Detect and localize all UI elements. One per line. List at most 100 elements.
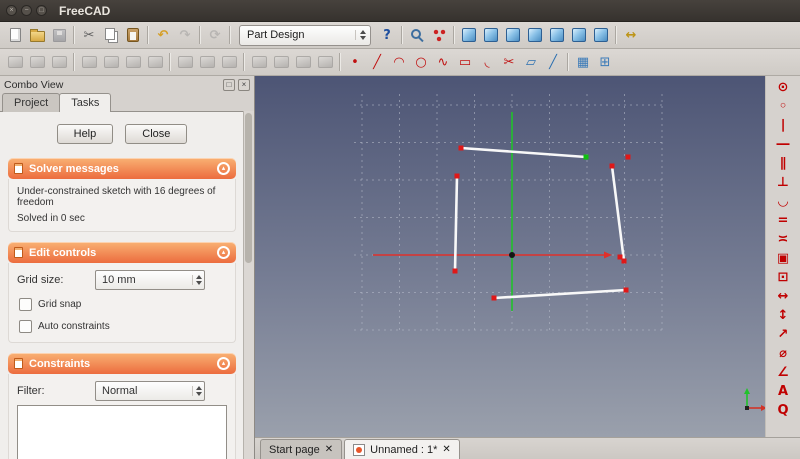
dock-close-icon[interactable]: × bbox=[238, 78, 250, 91]
whats-this-button[interactable]: ? bbox=[376, 24, 398, 46]
collapse-icon[interactable]: ▴ bbox=[217, 246, 230, 259]
mirrored-button bbox=[248, 51, 270, 73]
close-button[interactable]: Close bbox=[125, 124, 188, 144]
create-arc-button[interactable]: ◠ bbox=[388, 51, 410, 73]
toolbar-separator bbox=[615, 26, 617, 44]
toolbar-standard: ✂ ↶ ↷ ⟳ Part Design ? ↔ bbox=[0, 22, 800, 49]
create-circle-icon: ○ bbox=[415, 54, 427, 70]
toolbar-separator bbox=[169, 53, 171, 71]
fit-all-button[interactable] bbox=[406, 24, 428, 46]
scrollbar-thumb[interactable] bbox=[245, 113, 252, 263]
auto-constraints-checkbox[interactable] bbox=[19, 320, 32, 333]
constrain-parallel-button[interactable]: ∥ bbox=[772, 154, 794, 173]
workbench-value: Part Design bbox=[247, 29, 305, 41]
create-rectangle-button[interactable]: ▭ bbox=[454, 51, 476, 73]
toggle-grid-button[interactable]: ⊞ bbox=[594, 51, 616, 73]
tab-start-page[interactable]: Start page ✕ bbox=[260, 439, 343, 459]
open-document-button[interactable] bbox=[26, 24, 48, 46]
toolbar-sketcher-group: • ╱ ◠ ○ ∿ ▭ ◟ ✂ ▱ ╱ ▦ ⊞ bbox=[4, 51, 616, 73]
create-point-button[interactable]: • bbox=[344, 51, 366, 73]
constrain-distance-button[interactable]: ↗ bbox=[772, 325, 794, 344]
rear-view-button[interactable] bbox=[546, 24, 568, 46]
constrain-lock-button[interactable]: ⊡ bbox=[772, 268, 794, 287]
constraints-header[interactable]: Constraints ▴ bbox=[8, 353, 236, 374]
panel-scrollbar[interactable] bbox=[243, 111, 254, 459]
constrain-coincident-button[interactable]: ⊙ bbox=[772, 78, 794, 97]
window-controls: × − □ bbox=[0, 5, 53, 16]
create-line-button[interactable]: ╱ bbox=[366, 51, 388, 73]
close-tab-icon[interactable]: ✕ bbox=[442, 444, 450, 455]
filter-value: Normal bbox=[102, 385, 138, 397]
multitransform-button bbox=[314, 51, 336, 73]
constrain-vertical-button[interactable]: ∣ bbox=[772, 116, 794, 135]
constrain-symmetric-button[interactable]: ≍ bbox=[772, 230, 794, 249]
window-title: FreeCAD bbox=[59, 3, 111, 18]
window-close-button[interactable]: × bbox=[6, 5, 17, 16]
tab-unnamed-document[interactable]: Unnamed : 1* ✕ bbox=[344, 439, 460, 459]
tab-project[interactable]: Project bbox=[2, 93, 61, 112]
close-tab-icon[interactable]: ✕ bbox=[325, 444, 333, 455]
toolbar-separator bbox=[567, 53, 569, 71]
create-rectangle-icon: ▭ bbox=[458, 54, 472, 70]
save-document-icon bbox=[52, 28, 66, 42]
undo-button[interactable]: ↶ bbox=[152, 24, 174, 46]
draw-style-button[interactable] bbox=[428, 24, 450, 46]
external-geometry-button[interactable]: ▱ bbox=[520, 51, 542, 73]
right-view-button[interactable] bbox=[524, 24, 546, 46]
trim-edge-button[interactable]: ✂ bbox=[498, 51, 520, 73]
grid-size-combobox[interactable]: 10 mm bbox=[95, 270, 205, 290]
select-associated-constraints-button[interactable]: Q bbox=[772, 401, 794, 420]
sketch-view-section-button[interactable]: ▦ bbox=[572, 51, 594, 73]
create-arc-icon: ◠ bbox=[393, 54, 405, 70]
constraint-filter-combobox[interactable]: Normal bbox=[95, 381, 205, 401]
axonometric-view-button[interactable] bbox=[458, 24, 480, 46]
window-minimize-button[interactable]: − bbox=[21, 5, 32, 16]
constrain-distance-x-button[interactable]: ↔ bbox=[772, 287, 794, 306]
window-maximize-button[interactable]: □ bbox=[36, 5, 47, 16]
sketch-line bbox=[453, 175, 459, 272]
create-fillet-button[interactable]: ◟ bbox=[476, 51, 498, 73]
measure-distance-button[interactable]: ↔ bbox=[620, 24, 642, 46]
spinner-arrows-icon[interactable] bbox=[192, 275, 202, 285]
create-polyline-button[interactable]: ∿ bbox=[432, 51, 454, 73]
solver-messages-header[interactable]: Solver messages ▴ bbox=[8, 158, 236, 179]
constrain-horizontal-button[interactable]: ― bbox=[772, 135, 794, 154]
constrain-point-on-object-button[interactable]: ◦ bbox=[772, 97, 794, 116]
axis-indicator-origin bbox=[745, 406, 749, 410]
paste-button[interactable] bbox=[122, 24, 144, 46]
collapse-icon[interactable]: ▴ bbox=[217, 162, 230, 175]
help-button[interactable]: Help bbox=[56, 124, 114, 144]
constrain-perpendicular-button[interactable]: ⊥ bbox=[772, 173, 794, 192]
constrain-block-button[interactable]: ▣ bbox=[772, 249, 794, 268]
workbench-selector[interactable]: Part Design bbox=[239, 24, 371, 46]
sketch-svg[interactable] bbox=[255, 76, 765, 437]
combo-view-title: Combo View bbox=[4, 78, 64, 91]
copy-button[interactable] bbox=[100, 24, 122, 46]
toggle-construction-button[interactable]: ╱ bbox=[542, 51, 564, 73]
left-view-button[interactable] bbox=[590, 24, 612, 46]
constrain-equal-button[interactable]: = bbox=[772, 211, 794, 230]
constrain-tangent-button[interactable]: ◡ bbox=[772, 192, 794, 211]
3d-viewport[interactable] bbox=[255, 76, 765, 437]
edit-controls-header[interactable]: Edit controls ▴ bbox=[8, 242, 236, 263]
spinner-arrows-icon[interactable] bbox=[192, 386, 202, 396]
constrain-radius-button[interactable]: ⌀ bbox=[772, 344, 794, 363]
create-circle-button[interactable]: ○ bbox=[410, 51, 432, 73]
constrain-distance-y-button[interactable]: ↕ bbox=[772, 306, 794, 325]
collapse-icon[interactable]: ▴ bbox=[217, 357, 230, 370]
tab-tasks[interactable]: Tasks bbox=[59, 93, 112, 112]
dock-float-icon[interactable]: □ bbox=[223, 78, 235, 91]
toggle-driving-constraint-button[interactable]: A bbox=[772, 382, 794, 401]
document-tab-bar: Start page ✕ Unnamed : 1* ✕ bbox=[255, 437, 800, 459]
top-view-button[interactable] bbox=[502, 24, 524, 46]
cut-button[interactable]: ✂ bbox=[78, 24, 100, 46]
new-document-button[interactable] bbox=[4, 24, 26, 46]
pad-icon bbox=[81, 56, 97, 68]
sketch-line bbox=[460, 146, 587, 159]
grid-snap-checkbox[interactable] bbox=[19, 298, 32, 311]
bottom-view-button[interactable] bbox=[568, 24, 590, 46]
constrain-angle-button[interactable]: ∠ bbox=[772, 363, 794, 382]
front-view-button[interactable] bbox=[480, 24, 502, 46]
combo-view-titlebar: Combo View □ × bbox=[0, 76, 254, 93]
constraints-list[interactable] bbox=[17, 405, 227, 459]
